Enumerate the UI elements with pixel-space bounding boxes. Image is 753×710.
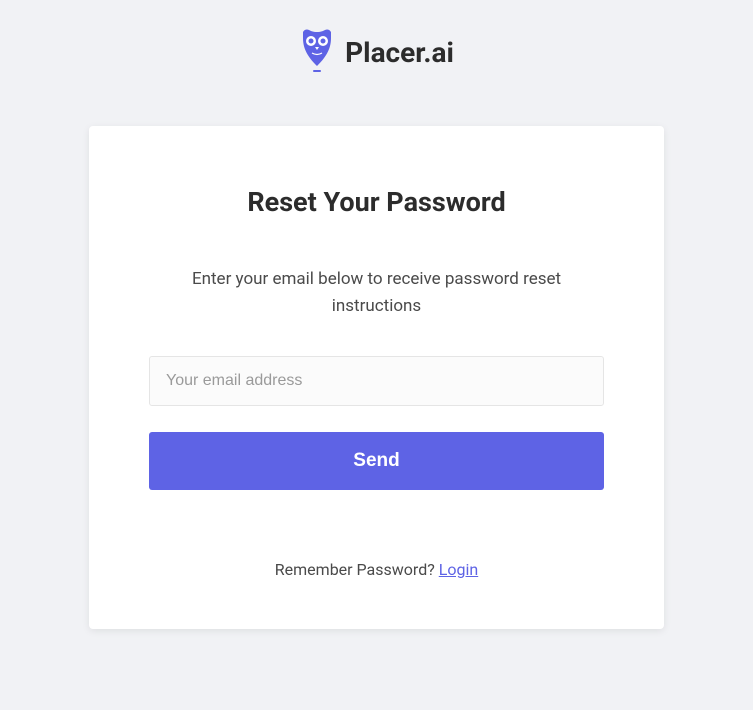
send-button[interactable]: Send — [149, 432, 604, 490]
reset-password-card: Reset Your Password Enter your email bel… — [89, 126, 664, 629]
brand-logo: Placer.ai — [299, 28, 454, 76]
owl-icon — [299, 28, 335, 76]
email-input[interactable] — [149, 356, 604, 406]
login-link[interactable]: Login — [439, 560, 478, 579]
brand-name: Placer.ai — [345, 36, 454, 69]
remember-prompt: Remember Password? — [275, 560, 439, 579]
footer-text: Remember Password? Login — [275, 560, 478, 579]
card-description: Enter your email below to receive passwo… — [149, 266, 604, 320]
card-title: Reset Your Password — [247, 186, 505, 218]
